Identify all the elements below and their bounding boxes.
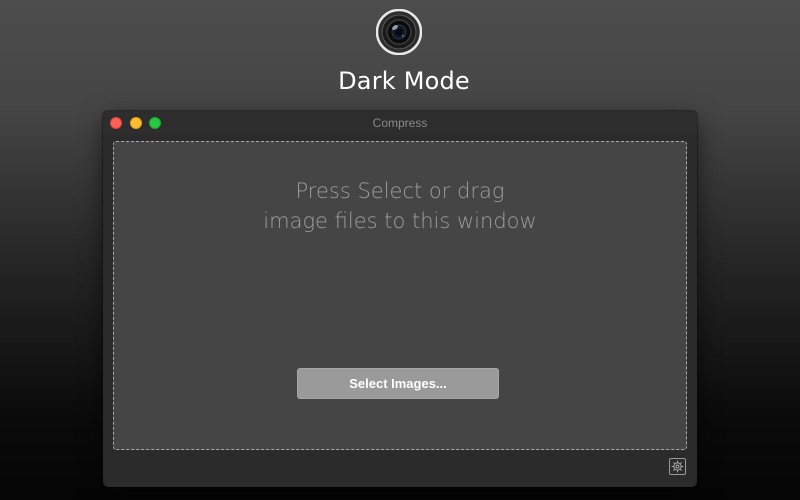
zoom-window-button[interactable] [149, 117, 161, 129]
drop-instructions-line-1: Press Select or drag [295, 179, 505, 203]
drop-instructions-line-2: image files to this window [263, 209, 537, 233]
select-images-button[interactable]: Select Images... [297, 368, 499, 399]
window-title: Compress [372, 116, 428, 130]
settings-button[interactable] [669, 458, 686, 475]
promo-title: Dark Mode [338, 67, 470, 95]
close-window-button[interactable] [110, 117, 122, 129]
title-bar: Compress [103, 111, 697, 135]
image-drop-zone[interactable]: Press Select or drag image files to this… [113, 141, 687, 450]
gear-icon [671, 460, 684, 473]
app-window: Compress Press Select or drag image file… [103, 111, 697, 487]
camera-lens-icon [375, 8, 423, 56]
minimize-window-button[interactable] [130, 117, 142, 129]
drop-instructions: Press Select or drag image files to this… [114, 176, 686, 236]
